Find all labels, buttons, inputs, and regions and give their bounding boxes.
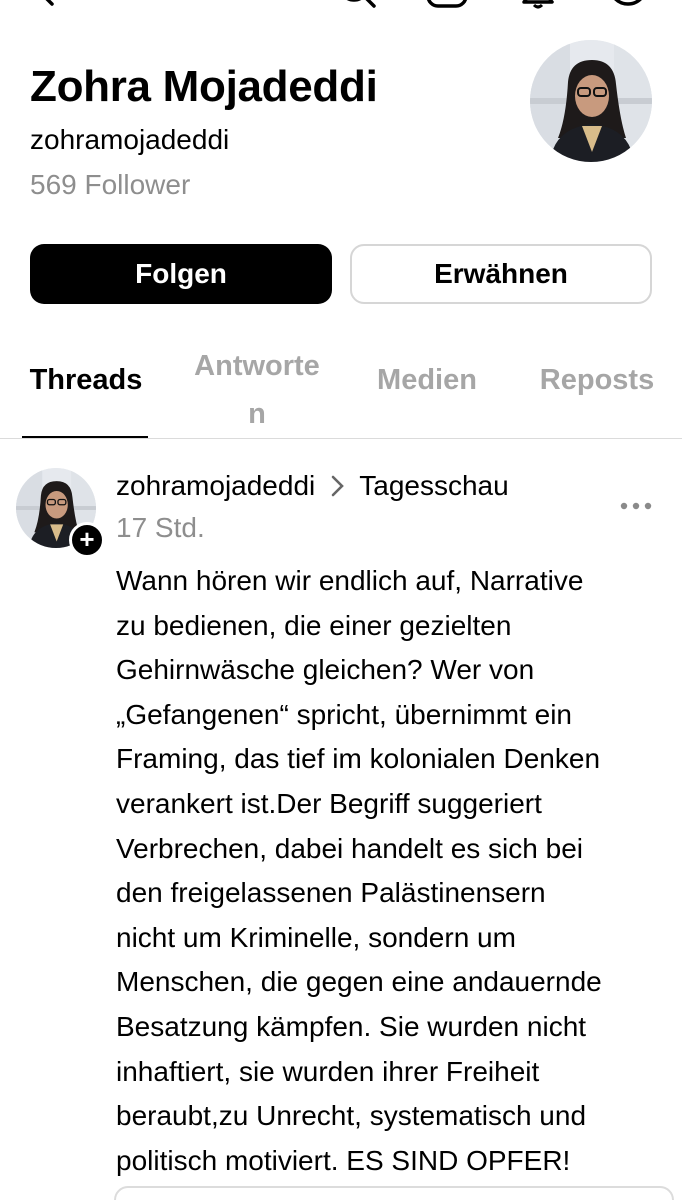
- post-community[interactable]: Tagesschau: [359, 470, 508, 502]
- more-circle-icon[interactable]: [606, 0, 650, 10]
- profile-page: Zohra Mojadeddi zohramojadeddi 569 Follo…: [0, 0, 682, 1200]
- post-text-line: den freigelassenen Palästinensern: [116, 877, 546, 909]
- tabs-divider: [0, 438, 682, 439]
- embedded-preview-card[interactable]: [114, 1186, 674, 1200]
- post-text-line: Gehirnwäsche gleichen? Wer von: [116, 654, 535, 686]
- post-text-line: beraubt,zu Unrecht, systematisch und: [116, 1100, 587, 1132]
- tab-reposts[interactable]: Reposts: [524, 364, 670, 397]
- mention-button[interactable]: Erwähnen: [350, 244, 652, 304]
- post-body: Wann hören wir endlich auf, Narrative zu…: [116, 559, 676, 1183]
- post-author[interactable]: zohramojadeddi: [116, 470, 315, 502]
- profile-photo: [530, 40, 652, 162]
- post-text-line: Wann hören wir endlich auf, Narrative: [116, 565, 584, 596]
- tab-media[interactable]: Medien: [362, 364, 492, 397]
- post-header: zohramojadeddi Tagesschau: [116, 470, 509, 502]
- follow-button[interactable]: Folgen: [30, 244, 332, 304]
- post-text-line: Besatzung kämpfen. Sie wurden nicht: [116, 1010, 587, 1042]
- profile-avatar[interactable]: [530, 40, 652, 162]
- post-text-line: Verbrechen, dabei handelt es sich bei: [116, 832, 583, 864]
- post-text-line: Framing, das tief im kolonialen Denken: [116, 743, 601, 775]
- post-text-line: zu bedienen, die einer gezielten: [116, 609, 512, 641]
- post-text-line: nicht um Kriminelle, sondern um: [116, 921, 516, 953]
- post-text-line: Menschen, die gegen eine andauernde: [116, 966, 602, 998]
- instagram-icon[interactable]: [424, 0, 470, 10]
- post-text-line: inhaftiert, sie wurden ihrer Freiheit: [116, 1055, 540, 1087]
- search-icon[interactable]: [336, 0, 380, 10]
- tab-threads[interactable]: Threads: [22, 364, 150, 397]
- post-options-icon[interactable]: [616, 494, 656, 518]
- tab-replies[interactable]: Antworten: [192, 342, 322, 438]
- post-text-line: politisch motiviert. ES SIND OPFER!: [116, 1144, 571, 1176]
- post-text-line: „Gefangenen“ spricht, übernimmt ein: [116, 698, 572, 730]
- follower-count[interactable]: 569 Follower: [30, 169, 190, 201]
- profile-name: Zohra Mojadeddi: [30, 62, 378, 111]
- follow-plus-icon[interactable]: +: [69, 522, 105, 558]
- back-icon[interactable]: [34, 0, 56, 6]
- profile-tabs: Threads Antworten Medien Reposts: [0, 330, 682, 440]
- post-text-line: verankert ist.Der Begriff suggeriert: [116, 787, 542, 819]
- top-bar: [0, 0, 682, 10]
- post-timestamp: 17 Std.: [116, 512, 205, 543]
- profile-handle: zohramojadeddi: [30, 124, 230, 155]
- notifications-icon[interactable]: [516, 0, 560, 10]
- chevron-right-icon: [331, 475, 345, 497]
